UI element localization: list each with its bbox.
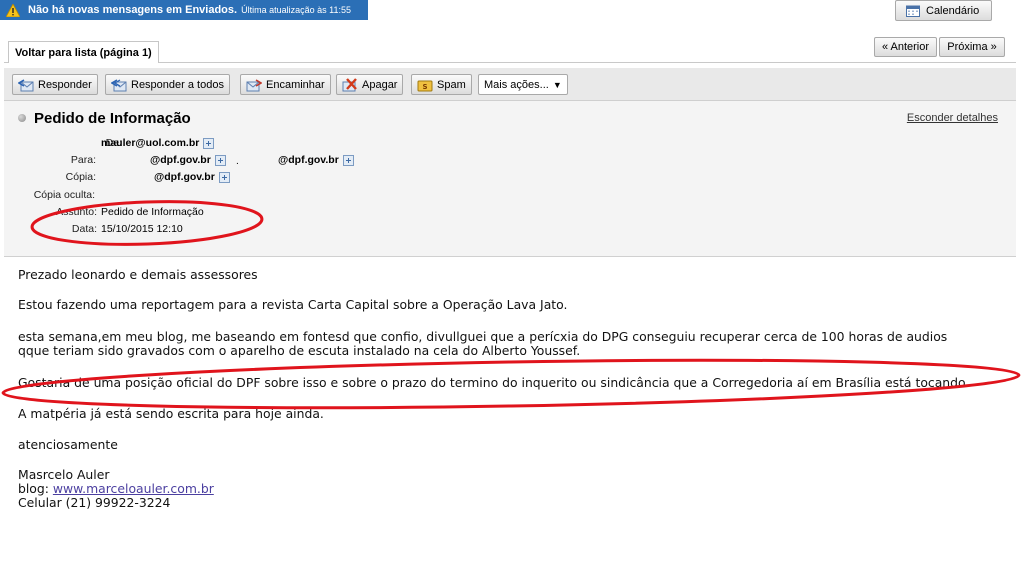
message-bullet-icon xyxy=(18,114,26,122)
navigation-bar: Voltar para lista (página 1) xyxy=(4,35,1016,63)
subject-value: Pedido de Informação xyxy=(101,206,204,218)
from-address[interactable]: mauler@uol.com.br xyxy=(101,137,199,149)
cc-label: Cópia: xyxy=(65,171,96,183)
reply-all-icon xyxy=(110,78,127,92)
back-to-list-tab[interactable]: Voltar para lista (página 1) xyxy=(8,41,159,63)
body-paragraph-4: A matpéria já está sendo escrita para ho… xyxy=(18,406,324,421)
forward-label: Encaminhar xyxy=(266,78,325,91)
add-contact-icon[interactable] xyxy=(203,137,215,149)
notification-bar: Não há novas mensagens em Enviados. Últi… xyxy=(0,0,368,20)
spam-button[interactable]: S Spam xyxy=(411,74,472,95)
reply-button[interactable]: Responder xyxy=(12,74,98,95)
to-value-2: @dpf.gov.br xyxy=(278,154,354,166)
hide-details-link[interactable]: Esconder detalhes xyxy=(907,112,998,124)
signature-phone: Celular (21) 99922-3224 xyxy=(18,495,171,510)
add-contact-icon[interactable] xyxy=(218,171,230,183)
calendar-label: Calendário xyxy=(926,4,980,17)
add-contact-icon[interactable] xyxy=(214,154,226,166)
date-label: Data: xyxy=(71,223,97,235)
delete-label: Apagar xyxy=(362,78,398,91)
reply-all-label: Responder a todos xyxy=(131,78,224,91)
notification-updated: Última atualização às 11:55 xyxy=(241,5,351,15)
body-paragraph-3: Gostaria de uma posição oficial do DPF s… xyxy=(18,375,966,390)
message-toolbar: Responder Responder a todos Encaminhar A… xyxy=(4,68,1016,101)
notification-text: Não há novas mensagens em Enviados. xyxy=(28,4,238,16)
more-actions-dropdown[interactable]: Mais ações... ▼ xyxy=(478,74,568,95)
cc-address[interactable]: @dpf.gov.br xyxy=(154,171,215,183)
reply-icon xyxy=(17,78,34,92)
date-value: 15/10/2015 12:10 xyxy=(101,223,183,235)
spam-label: Spam xyxy=(437,78,466,91)
signature-blog: blog: www.marceloauler.com.br xyxy=(18,482,214,496)
delete-icon xyxy=(342,77,358,92)
bcc-label: Cópia oculta: xyxy=(33,189,95,201)
body-paragraph-2-line-2: qque teriam sido gravados com o aparelho… xyxy=(18,343,581,358)
reply-label: Responder xyxy=(38,78,92,91)
calendar-icon xyxy=(906,5,920,17)
to-address-2[interactable]: @dpf.gov.br xyxy=(278,154,339,166)
signature-blog-link[interactable]: www.marceloauler.com.br xyxy=(53,481,214,496)
to-address-1[interactable]: @dpf.gov.br xyxy=(150,154,211,166)
svg-text:S: S xyxy=(422,83,427,91)
forward-icon xyxy=(246,78,263,92)
body-greeting: Prezado leonardo e demais assessores xyxy=(18,267,258,282)
separator: . xyxy=(236,156,239,167)
message-header: Pedido de Informação Esconder detalhes D… xyxy=(4,101,1016,257)
signature-blog-label: blog: xyxy=(18,481,53,496)
chevron-down-icon: ▼ xyxy=(552,79,562,90)
to-label: Para: xyxy=(70,154,96,166)
body-paragraph-2-line-1: esta semana,em meu blog, me baseando em … xyxy=(18,329,948,344)
previous-button[interactable]: « Anterior xyxy=(874,37,937,57)
warning-icon xyxy=(6,3,20,17)
body-paragraph-1: Estou fazendo uma reportagem para a revi… xyxy=(18,297,568,312)
from-value: mauler@uol.com.br xyxy=(101,137,215,149)
next-button[interactable]: Próxima » xyxy=(939,37,1005,57)
calendar-button[interactable]: Calendário xyxy=(895,0,992,21)
add-contact-icon[interactable] xyxy=(342,154,354,166)
reply-all-button[interactable]: Responder a todos xyxy=(105,74,230,95)
delete-button[interactable]: Apagar xyxy=(336,74,404,95)
body-closing: atenciosamente xyxy=(18,437,118,452)
cc-value: @dpf.gov.br xyxy=(154,171,230,183)
subject-label: Assunto: xyxy=(56,206,97,218)
to-value-1: @dpf.gov.br xyxy=(150,154,226,166)
message-subject: Pedido de Informação xyxy=(34,110,191,127)
more-actions-label: Mais ações... xyxy=(484,78,549,91)
signature-name: Masrcelo Auler xyxy=(18,467,110,482)
forward-button[interactable]: Encaminhar xyxy=(240,74,331,95)
spam-icon: S xyxy=(417,78,433,92)
